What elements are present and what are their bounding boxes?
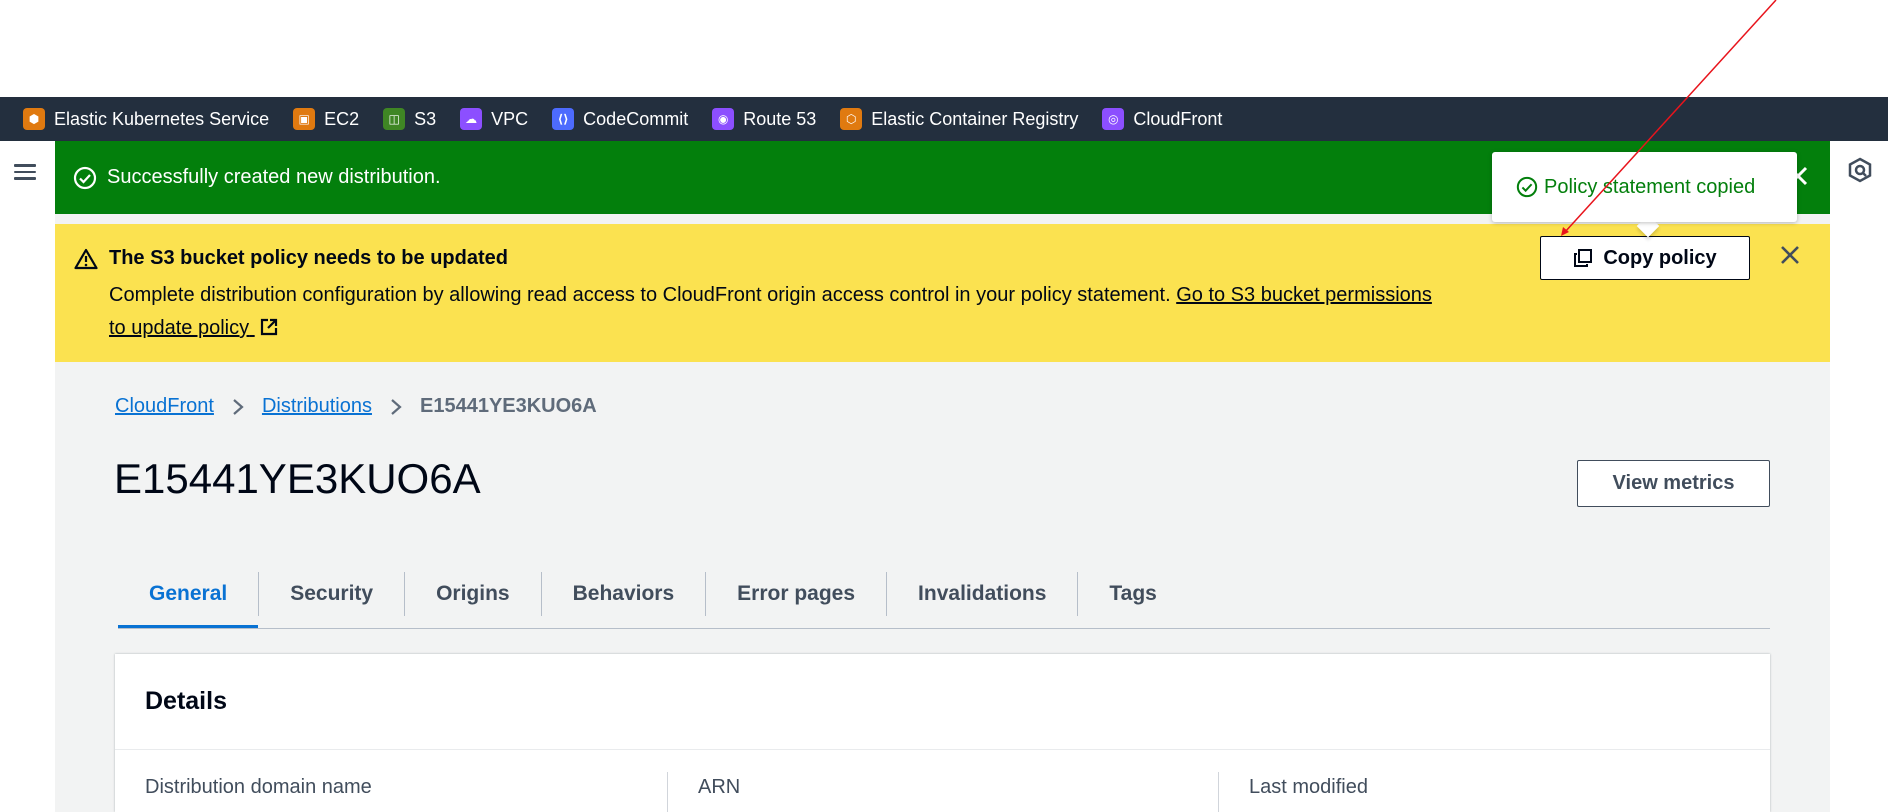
cloudfront-icon: ◎ [1102,108,1125,130]
service-shortcut-bar: ⬢ Elastic Kubernetes Service ▣ EC2 ◫ S3 … [0,97,1888,141]
service-vpc[interactable]: ☁ VPC [460,97,541,141]
warning-body: Complete distribution configuration by a… [109,279,1439,348]
warning-close-icon[interactable] [1779,244,1801,271]
tab-security[interactable]: Security [259,563,404,625]
tab-general[interactable]: General [118,563,259,628]
breadcrumb-current: E15441YE3KUO6A [419,395,597,417]
success-message: Successfully created new distribution. [107,166,441,188]
popover-message: Policy statement copied [1544,175,1756,198]
tab-error-pages[interactable]: Error pages [706,563,886,625]
external-link-icon [259,315,279,348]
service-label: VPC [491,108,529,129]
arn-label: ARN [698,776,741,798]
details-header: Details [115,654,1770,750]
copy-policy-label: Copy policy [1603,246,1717,269]
view-metrics-button[interactable]: View metrics [1577,460,1770,507]
tab-behaviors[interactable]: Behaviors [542,563,706,625]
service-ecr[interactable]: ⬡ Elastic Container Registry [840,97,1091,141]
service-codecommit[interactable]: ⟨⟩ CodeCommit [552,97,701,141]
ecr-icon: ⬡ [840,108,863,130]
breadcrumb-cloudfront[interactable]: CloudFront [115,395,214,418]
warning-icon [74,248,98,275]
popover-check-icon [1516,176,1538,198]
last-modified-label: Last modified [1249,776,1368,798]
route53-icon: ◉ [712,108,735,130]
tab-origins[interactable]: Origins [405,563,541,625]
service-s3[interactable]: ◫ S3 [383,97,449,141]
right-tools-rail [1830,141,1888,812]
distribution-domain-name-label: Distribution domain name [145,776,372,798]
menu-icon[interactable] [14,160,36,182]
breadcrumb: CloudFront Distributions E15441YE3KUO6A [115,395,597,418]
service-label: EC2 [324,108,360,129]
warning-title: The S3 bucket policy needs to be updated [109,247,508,269]
eks-icon: ⬢ [23,108,45,130]
success-check-icon [73,166,97,190]
service-label: Route 53 [743,108,817,129]
column-divider [667,772,668,812]
left-navigation-rail [0,141,55,812]
service-label: Elastic Kubernetes Service [54,108,270,129]
service-label: Elastic Container Registry [871,108,1079,129]
service-label: S3 [414,108,437,129]
breadcrumb-distributions[interactable]: Distributions [262,395,372,418]
ec2-icon: ▣ [293,108,316,130]
tab-tags[interactable]: Tags [1078,563,1187,625]
page-title: E15441YE3KUO6A [114,455,481,502]
service-cloudfront[interactable]: ◎ CloudFront [1102,97,1235,141]
vpc-icon: ☁ [460,108,483,130]
s3-icon: ◫ [383,108,406,130]
warning-flash: The S3 bucket policy needs to be updated… [55,224,1830,362]
chevron-right-icon [390,398,402,416]
details-card: Details Distribution domain name ARN Las… [115,654,1770,812]
copy-icon [1573,248,1593,268]
details-title: Details [145,687,227,715]
service-route53[interactable]: ◉ Route 53 [712,97,829,141]
tab-bar: General Security Origins Behaviors Error… [118,563,1770,629]
tab-invalidations[interactable]: Invalidations [887,563,1077,625]
column-divider [1218,772,1219,812]
help-panel-icon[interactable] [1847,157,1873,188]
policy-copied-popover: Policy statement copied [1492,152,1797,222]
service-eks[interactable]: ⬢ Elastic Kubernetes Service [23,97,282,141]
service-label: CodeCommit [583,108,689,129]
service-ec2[interactable]: ▣ EC2 [293,97,372,141]
codecommit-icon: ⟨⟩ [552,108,575,130]
chevron-right-icon [232,398,244,416]
service-label: CloudFront [1133,108,1223,129]
warning-text: Complete distribution configuration by a… [109,284,1177,306]
copy-policy-button[interactable]: Copy policy [1540,236,1750,280]
